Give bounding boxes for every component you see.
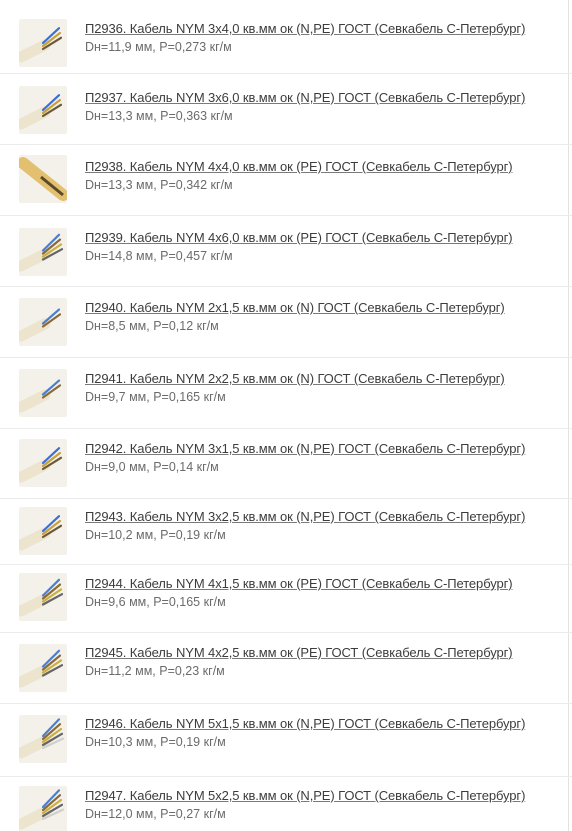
list-item: П2943. Кабель NYM 3х2,5 кв.мм ок (N,PE) …	[0, 499, 572, 565]
cable-product-image[interactable]	[19, 715, 67, 763]
product-spec: Dн=13,3 мм, P=0,363 кг/м	[85, 109, 233, 123]
product-title-link[interactable]: П2943. Кабель NYM 3х2,5 кв.мм ок (N,PE) …	[85, 509, 525, 524]
list-item: П2936. Кабель NYM 3х4,0 кв.мм ок (N,PE) …	[0, 0, 572, 74]
cable-product-image[interactable]	[19, 439, 67, 487]
divider	[568, 777, 569, 831]
list-item: П2939. Кабель NYM 4х6,0 кв.мм ок (PE) ГО…	[0, 216, 572, 287]
cable-illustration-icon	[19, 718, 65, 759]
divider	[568, 704, 569, 776]
cable-product-image[interactable]	[19, 86, 67, 134]
list-item: П2941. Кабель NYM 2х2,5 кв.мм ок (N) ГОС…	[0, 358, 572, 429]
cable-illustration-icon	[19, 789, 65, 830]
cable-illustration-icon	[19, 649, 64, 688]
list-item: П2945. Кабель NYM 4х2,5 кв.мм ок (PE) ГО…	[0, 633, 572, 704]
cable-illustration-icon	[19, 157, 67, 201]
divider	[568, 287, 569, 357]
product-title-link[interactable]: П2947. Кабель NYM 5х2,5 кв.мм ок (N,PE) …	[85, 788, 525, 803]
cable-illustration-icon	[19, 27, 63, 63]
divider	[568, 633, 569, 703]
divider	[568, 499, 569, 564]
cable-product-image[interactable]	[19, 228, 67, 276]
list-item: П2947. Кабель NYM 5х2,5 кв.мм ок (N,PE) …	[0, 777, 572, 831]
list-item: П2937. Кабель NYM 3х6,0 кв.мм ок (N,PE) …	[0, 74, 572, 145]
product-title-link[interactable]: П2936. Кабель NYM 3х4,0 кв.мм ок (N,PE) …	[85, 21, 525, 36]
divider	[568, 358, 569, 428]
divider	[568, 565, 569, 632]
divider	[568, 74, 569, 144]
product-title-link[interactable]: П2945. Кабель NYM 4х2,5 кв.мм ок (PE) ГО…	[85, 645, 513, 660]
cable-illustration-icon	[19, 379, 62, 413]
product-title-link[interactable]: П2938. Кабель NYM 4х4,0 кв.мм ок (PE) ГО…	[85, 159, 513, 174]
divider	[568, 216, 569, 286]
cable-product-image[interactable]	[19, 573, 67, 621]
product-title-link[interactable]: П2939. Кабель NYM 4х6,0 кв.мм ок (PE) ГО…	[85, 230, 513, 245]
cable-illustration-icon	[19, 447, 63, 483]
cable-product-image[interactable]	[19, 507, 67, 555]
product-spec: Dн=9,6 мм, P=0,165 кг/м	[85, 595, 226, 609]
product-spec: Dн=12,0 мм, P=0,27 кг/м	[85, 807, 226, 821]
cable-illustration-icon	[19, 515, 63, 551]
product-title-link[interactable]: П2942. Кабель NYM 3х1,5 кв.мм ок (N,PE) …	[85, 441, 525, 456]
list-item: П2944. Кабель NYM 4х1,5 кв.мм ок (PE) ГО…	[0, 565, 572, 633]
list-item: П2946. Кабель NYM 5х1,5 кв.мм ок (N,PE) …	[0, 704, 572, 777]
product-spec: Dн=9,0 мм, P=0,14 кг/м	[85, 460, 219, 474]
product-title-link[interactable]: П2937. Кабель NYM 3х6,0 кв.мм ок (N,PE) …	[85, 90, 525, 105]
divider	[568, 429, 569, 498]
product-title-link[interactable]: П2941. Кабель NYM 2х2,5 кв.мм ок (N) ГОС…	[85, 371, 505, 386]
product-spec: Dн=10,3 мм, P=0,19 кг/м	[85, 735, 226, 749]
cable-product-image[interactable]	[19, 786, 67, 831]
list-item: П2942. Кабель NYM 3х1,5 кв.мм ок (N,PE) …	[0, 429, 572, 499]
cable-illustration-icon	[19, 233, 64, 272]
cable-product-image[interactable]	[19, 644, 67, 692]
cable-product-image[interactable]	[19, 155, 67, 203]
product-list: П2936. Кабель NYM 3х4,0 кв.мм ок (N,PE) …	[0, 0, 572, 831]
divider	[568, 0, 569, 73]
product-title-link[interactable]: П2946. Кабель NYM 5х1,5 кв.мм ок (N,PE) …	[85, 716, 525, 731]
list-item: П2938. Кабель NYM 4х4,0 кв.мм ок (PE) ГО…	[0, 145, 572, 216]
cable-product-image[interactable]	[19, 298, 67, 346]
product-title-link[interactable]: П2944. Кабель NYM 4х1,5 кв.мм ок (PE) ГО…	[85, 576, 513, 591]
list-item: П2940. Кабель NYM 2х1,5 кв.мм ок (N) ГОС…	[0, 287, 572, 358]
divider	[568, 145, 569, 215]
product-spec: Dн=9,7 мм, P=0,165 кг/м	[85, 390, 226, 404]
cable-illustration-icon	[19, 578, 64, 617]
cable-product-image[interactable]	[19, 19, 67, 67]
product-spec: Dн=14,8 мм, P=0,457 кг/м	[85, 249, 233, 263]
product-spec: Dн=8,5 мм, P=0,12 кг/м	[85, 319, 219, 333]
product-spec: Dн=13,3 мм, P=0,342 кг/м	[85, 178, 233, 192]
product-spec: Dн=11,9 мм, P=0,273 кг/м	[85, 40, 232, 54]
cable-product-image[interactable]	[19, 369, 67, 417]
product-title-link[interactable]: П2940. Кабель NYM 2х1,5 кв.мм ок (N) ГОС…	[85, 300, 505, 315]
cable-illustration-icon	[19, 94, 63, 130]
cable-illustration-icon	[19, 308, 62, 342]
product-spec: Dн=10,2 мм, P=0,19 кг/м	[85, 528, 226, 542]
product-spec: Dн=11,2 мм, P=0,23 кг/м	[85, 664, 225, 678]
